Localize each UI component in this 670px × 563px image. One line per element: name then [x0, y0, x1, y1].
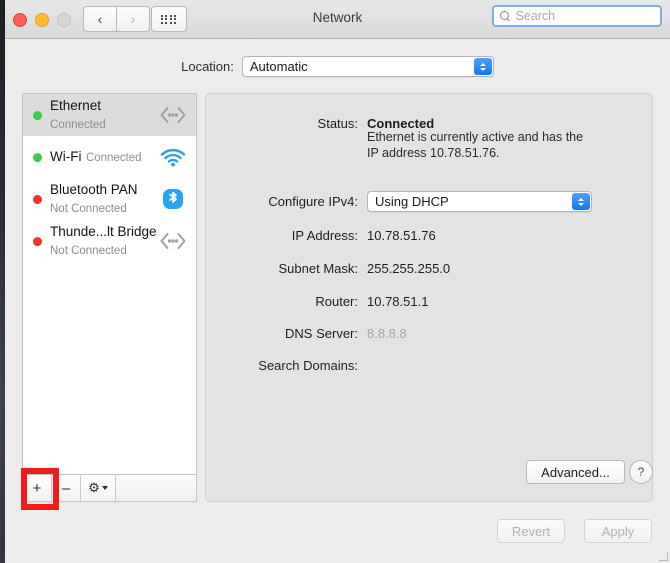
status-description: Ethernet is currently active and has the…: [367, 130, 584, 160]
search-field[interactable]: [492, 5, 662, 27]
service-name: Ethernet: [50, 98, 102, 113]
dns-server-value: 8.8.8.8: [367, 326, 407, 341]
service-status: Connected: [50, 119, 106, 131]
location-row: Location: Automatic: [5, 56, 670, 77]
toolbar-filler: [116, 475, 196, 501]
location-value: Automatic: [249, 59, 308, 74]
configure-ipv4-popup-button[interactable]: Using DHCP: [367, 191, 592, 212]
ip-address-label: IP Address:: [291, 228, 358, 243]
search-icon: [500, 10, 510, 22]
ethernet-icon: [158, 102, 188, 128]
subnet-mask-row: Subnet Mask: 255.255.255.0: [206, 261, 451, 276]
add-service-button[interactable]: +: [23, 475, 52, 501]
status-indicator-green: [33, 152, 42, 162]
sidebar-item-bluetooth-pan[interactable]: Bluetooth PAN Not Connected: [23, 178, 196, 220]
sidebar-item-thunderbolt-bridge[interactable]: Thunde...lt Bridge Not Connected: [23, 220, 196, 262]
dns-server-row: DNS Server: 8.8.8.8: [206, 326, 407, 341]
service-list-toolbar: + – ⚙: [22, 474, 197, 502]
configure-ipv4-label: Configure IPv4:: [268, 194, 358, 209]
router-value: 10.78.51.1: [367, 294, 429, 309]
status-label: Status:: [317, 116, 358, 131]
search-domains-row: Search Domains:: [206, 358, 367, 373]
status-indicator-red: [33, 236, 42, 246]
status-indicator-red: [33, 194, 42, 204]
router-label: Router:: [315, 294, 358, 309]
search-input[interactable]: [513, 8, 660, 24]
dns-server-label: DNS Server:: [285, 326, 358, 341]
sidebar-item-ethernet[interactable]: Ethernet Connected: [23, 94, 196, 136]
chevron-down-icon: [101, 486, 108, 490]
subnet-mask-value: 255.255.255.0: [367, 261, 451, 276]
network-service-list[interactable]: Ethernet Connected Wi-Fi Connected Bluet…: [22, 93, 197, 474]
service-status: Connected: [85, 152, 142, 164]
gear-icon: ⚙: [88, 480, 100, 495]
search-domains-label: Search Domains:: [258, 358, 358, 373]
ethernet-icon: [158, 228, 188, 254]
wifi-icon: [158, 144, 188, 170]
help-button[interactable]: ?: [629, 460, 653, 484]
configure-ipv4-value: Using DHCP: [375, 194, 449, 209]
action-menu-button[interactable]: ⚙: [81, 475, 116, 501]
location-label: Location:: [181, 59, 234, 74]
remove-service-button[interactable]: –: [52, 475, 81, 501]
status-indicator-green: [33, 110, 42, 120]
service-status: Not Connected: [50, 245, 127, 257]
apply-button[interactable]: Apply: [584, 519, 652, 543]
location-popup-button[interactable]: Automatic: [241, 56, 494, 77]
service-name: Bluetooth PAN: [50, 182, 138, 197]
chevron-updown-icon: [572, 193, 590, 210]
router-row: Router: 10.78.51.1: [206, 294, 428, 309]
bluetooth-icon: [158, 186, 188, 212]
advanced-button[interactable]: Advanced...: [526, 460, 625, 484]
service-detail-panel: Status: Connected Ethernet is currently …: [205, 93, 653, 502]
service-name: Thunde...lt Bridge: [50, 224, 157, 239]
window-titlebar: ‹ › Network: [5, 0, 670, 39]
ip-address-row: IP Address: 10.78.51.76: [206, 228, 436, 243]
chevron-updown-icon: [473, 58, 492, 75]
subnet-mask-label: Subnet Mask:: [278, 261, 359, 276]
revert-button[interactable]: Revert: [497, 519, 565, 543]
service-name: Wi-Fi: [50, 149, 82, 164]
service-status: Not Connected: [50, 203, 127, 215]
network-preferences-window: ‹ › Network Location: Automatic: [5, 0, 670, 563]
window-footer: Revert Apply: [5, 507, 670, 563]
configure-ipv4-row: Configure IPv4: Using DHCP: [206, 191, 592, 212]
resize-handle[interactable]: [658, 551, 668, 561]
sidebar-item-wifi[interactable]: Wi-Fi Connected: [23, 136, 196, 178]
ip-address-value: 10.78.51.76: [367, 228, 436, 243]
